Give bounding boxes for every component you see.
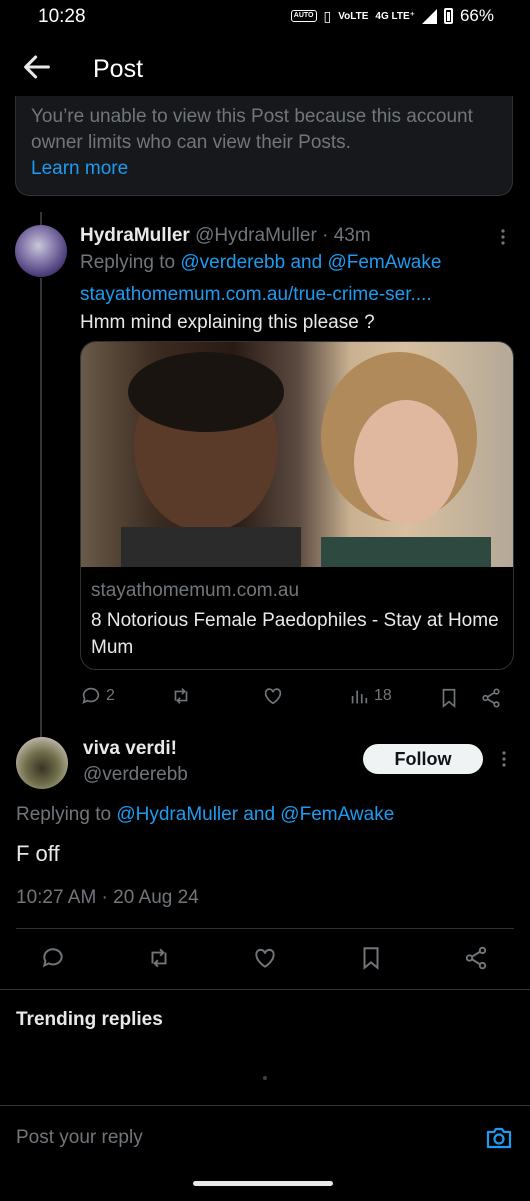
bookmark-icon[interactable] bbox=[358, 945, 384, 971]
signal-icon bbox=[421, 8, 437, 24]
loading-indicator bbox=[263, 1076, 267, 1080]
card-body: stayathomemum.com.au 8 Notorious Female … bbox=[91, 578, 501, 661]
repost-icon[interactable] bbox=[146, 945, 172, 971]
replying-to: Replying to @verderebb and @FemAwake bbox=[80, 250, 441, 276]
battery-icon bbox=[443, 8, 453, 24]
notice-text: You’re unable to view this Post because … bbox=[31, 106, 473, 153]
thread-line bbox=[40, 278, 42, 740]
heart-icon bbox=[264, 688, 282, 705]
page-title: Post bbox=[93, 55, 144, 83]
divider bbox=[0, 989, 530, 990]
more-options-icon[interactable] bbox=[498, 750, 510, 768]
heart-icon[interactable] bbox=[252, 945, 278, 971]
home-indicator[interactable] bbox=[193, 1181, 333, 1186]
divider bbox=[16, 928, 514, 929]
display-name[interactable]: HydraMuller bbox=[80, 225, 190, 246]
post-text: Hmm mind explaining this please ? bbox=[80, 312, 375, 333]
volte-icon: VoLTE bbox=[338, 10, 369, 22]
vibrate-icon: ▯ bbox=[323, 7, 332, 24]
card-image bbox=[81, 342, 513, 567]
learn-more-link[interactable]: Learn more bbox=[31, 158, 128, 179]
avatar[interactable] bbox=[16, 737, 68, 789]
auto-brightness-icon: AUTO bbox=[290, 10, 317, 22]
reply-button[interactable]: 2 bbox=[80, 685, 115, 707]
replying-to: Replying to @HydraMuller and @FemAwake bbox=[16, 802, 394, 828]
reply-icon bbox=[82, 687, 100, 704]
reply-post-header: HydraMuller @HydraMuller · 43m bbox=[80, 223, 371, 249]
battery-percent: 66% bbox=[459, 6, 494, 25]
replying-to-handles[interactable]: @HydraMuller and @FemAwake bbox=[116, 804, 394, 825]
camera-icon[interactable] bbox=[485, 1125, 513, 1151]
separator-dot: · bbox=[322, 225, 329, 246]
view-count: 18 bbox=[374, 687, 392, 704]
follow-button[interactable]: Follow bbox=[363, 744, 483, 774]
post-link[interactable]: stayathomemum.com.au/true-crime-ser.... bbox=[80, 282, 432, 308]
repost-icon bbox=[174, 688, 188, 704]
trending-replies-heading[interactable]: Trending replies bbox=[16, 1009, 163, 1031]
reply-composer bbox=[0, 1105, 530, 1201]
post-time: 43m bbox=[333, 225, 371, 246]
like-button[interactable] bbox=[262, 685, 288, 707]
network-type: 4G LTE⁺ bbox=[375, 10, 415, 22]
card-title: 8 Notorious Female Paedophiles - Stay at… bbox=[91, 610, 499, 658]
more-options-icon[interactable] bbox=[496, 228, 510, 246]
share-icon[interactable] bbox=[463, 945, 489, 971]
avatar[interactable] bbox=[15, 225, 67, 277]
views-icon bbox=[351, 690, 368, 704]
status-icons: AUTO ▯ VoLTE 4G LTE⁺ 66% bbox=[290, 6, 494, 26]
replying-prefix: Replying to bbox=[80, 252, 176, 273]
replying-prefix: Replying to bbox=[16, 804, 112, 825]
replying-to-handles[interactable]: @verderebb and @FemAwake bbox=[180, 252, 441, 273]
share-icon[interactable] bbox=[480, 687, 502, 709]
handle[interactable]: @verderebb bbox=[83, 764, 188, 786]
reply-icon[interactable] bbox=[40, 945, 66, 971]
handle[interactable]: @HydraMuller bbox=[195, 225, 317, 246]
views-button[interactable]: 18 bbox=[348, 685, 392, 707]
reply-count: 2 bbox=[106, 687, 115, 704]
post-text: F off bbox=[16, 841, 60, 866]
back-arrow-icon[interactable] bbox=[20, 50, 54, 84]
post-timestamp: 10:27 AM · 20 Aug 24 bbox=[16, 887, 199, 908]
reply-input[interactable]: Post your reply bbox=[16, 1127, 143, 1149]
card-domain: stayathomemum.com.au bbox=[91, 580, 300, 601]
limited-visibility-notice: You’re unable to view this Post because … bbox=[15, 96, 513, 196]
repost-button[interactable] bbox=[170, 685, 196, 707]
thread-line bbox=[40, 212, 42, 226]
bookmark-icon[interactable] bbox=[438, 687, 460, 709]
link-preview-card[interactable]: stayathomemum.com.au 8 Notorious Female … bbox=[80, 341, 514, 670]
status-time: 10:28 bbox=[38, 6, 86, 27]
display-name[interactable]: viva verdi! bbox=[83, 738, 177, 760]
